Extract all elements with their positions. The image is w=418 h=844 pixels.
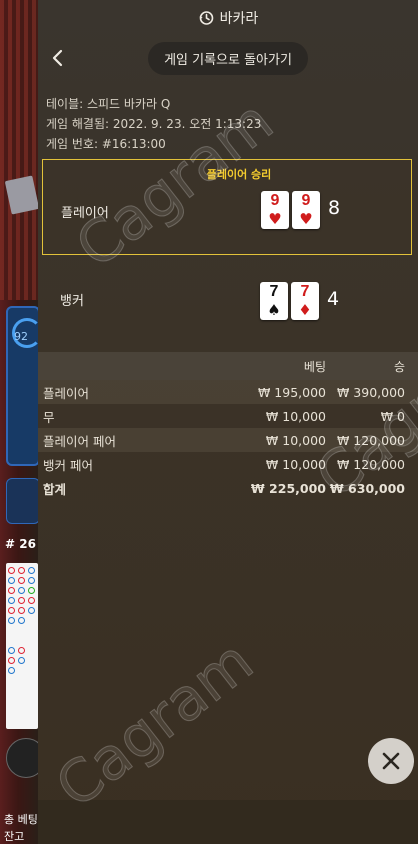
bead-road: [6, 563, 38, 729]
table-row: 플레이어 페어 ₩ 10,000 ₩ 120,000: [38, 428, 418, 452]
banker-cards: 7 ♠ 7 ♦: [260, 282, 319, 320]
close-icon: [382, 752, 400, 770]
total-row: 합계 ₩ 225,000 ₩ 630,000: [43, 480, 405, 497]
banker-result: 뱅커 7 ♠ 7 ♦ 4: [42, 262, 412, 342]
playing-card: 9 ♥: [292, 191, 320, 229]
bottom-bar: [38, 800, 418, 844]
panel-header: 바카라: [38, 0, 418, 36]
winner-label: 플레이어 승리: [206, 168, 272, 181]
game-history-panel: 바카라 게임 기록으로 돌아가기 테이블: 스피드 바카라 Q 게임 해결됨: …: [38, 0, 418, 844]
history-icon: [199, 11, 213, 25]
banker-score: 4: [327, 288, 340, 310]
bet-column-header: 베팅: [303, 359, 326, 374]
panel-title: 바카라: [219, 11, 259, 27]
timer-value: 92: [14, 330, 28, 343]
game-number: 게임 번호: #16:13:00: [46, 137, 166, 151]
back-to-history-button[interactable]: 게임 기록으로 돌아가기: [148, 42, 308, 75]
navigation-row: 게임 기록으로 돌아가기: [38, 36, 418, 80]
table-name: 테이블: 스피드 바카라 Q: [46, 97, 171, 111]
chevron-left-icon[interactable]: [48, 48, 68, 68]
playing-card: 7 ♠: [260, 282, 288, 320]
player-score: 8: [328, 197, 341, 219]
player-cards: 9 ♥ 9 ♥: [261, 191, 320, 229]
close-button[interactable]: [368, 738, 414, 784]
round-number: # 26: [5, 537, 36, 551]
game-info: 테이블: 스피드 바카라 Q 게임 해결됨: 2022. 9. 23. 오전 1…: [38, 94, 418, 154]
playing-card: 9 ♥: [261, 191, 289, 229]
table-row: 플레이어 ₩ 195,000 ₩ 390,000: [38, 380, 418, 404]
banker-label: 뱅커: [60, 294, 84, 309]
table-row: 뱅커 페어 ₩ 10,000 ₩ 120,000: [43, 456, 405, 473]
win-column-header: 승: [393, 359, 405, 374]
bet-table: 베팅 승 플레이어 ₩ 195,000 ₩ 390,000 무 ₩ 10,000…: [38, 352, 418, 500]
total-bet-label: 총 베팅: [4, 813, 38, 826]
bet-table-header: 베팅 승: [38, 352, 418, 380]
table-row: 무 ₩ 10,000 ₩ 0: [43, 408, 405, 425]
playing-card: 7 ♦: [291, 282, 319, 320]
resolved-time: 게임 해결됨: 2022. 9. 23. 오전 1:13:23: [46, 117, 262, 131]
studio-curtain: [0, 0, 38, 300]
player-result: 플레이어 승리 플레이어 9 ♥ 9 ♥ 8: [42, 159, 412, 255]
bet-spot-button[interactable]: [6, 478, 40, 524]
balance-label: 잔고: [4, 830, 25, 843]
player-label: 플레이어: [61, 206, 109, 221]
